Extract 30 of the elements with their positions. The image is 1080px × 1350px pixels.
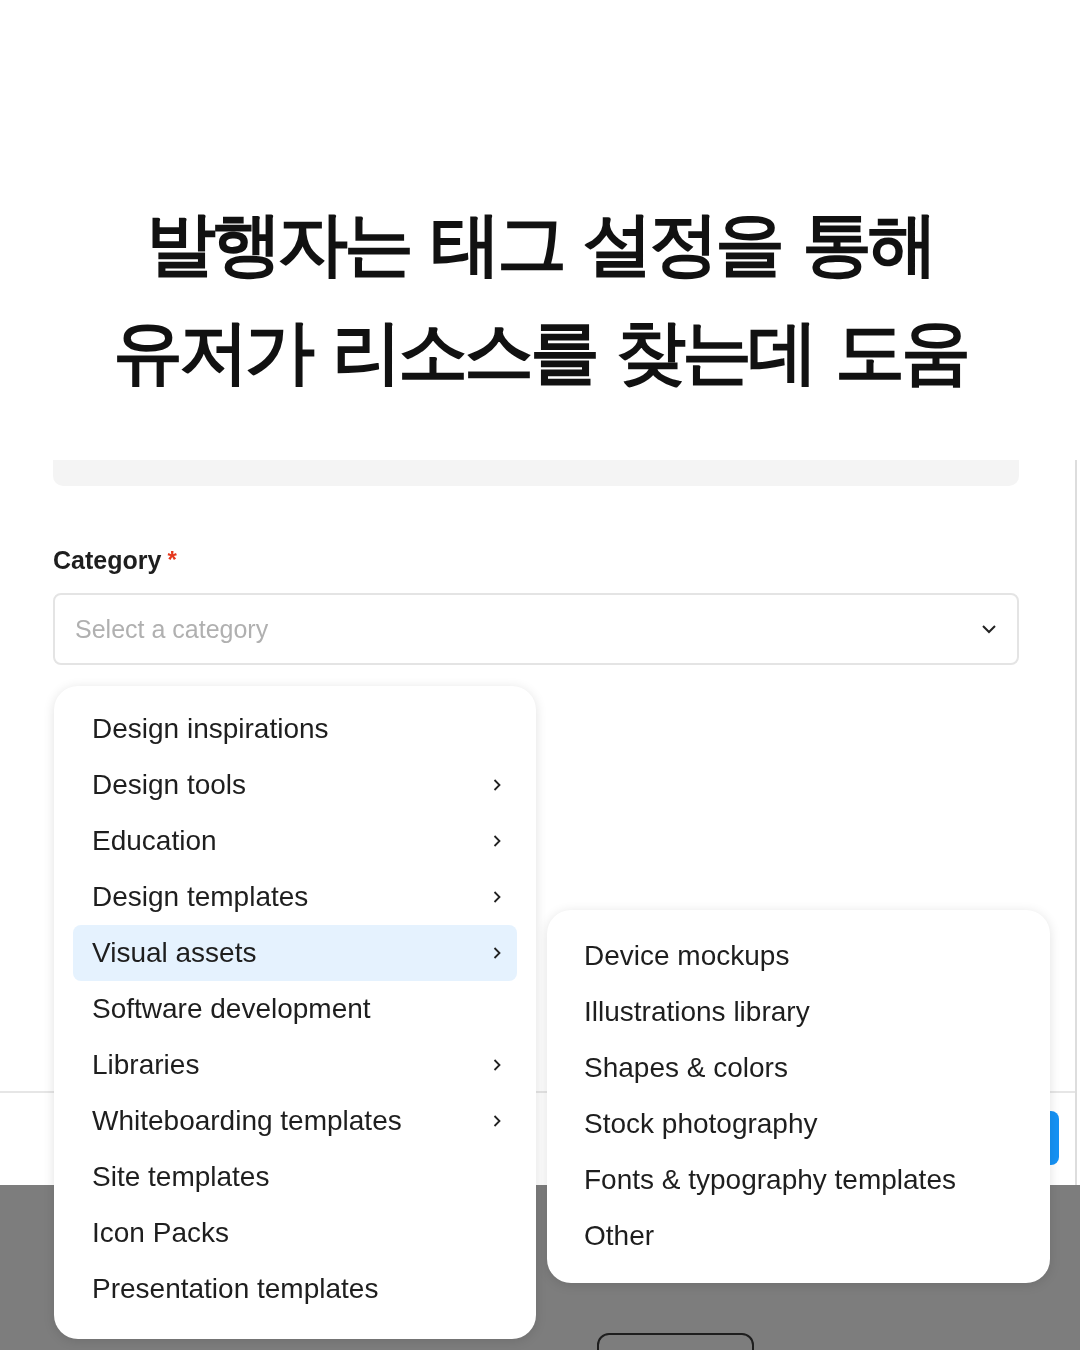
chevron-right-icon (493, 834, 501, 848)
menu-item[interactable]: Design templates (73, 869, 517, 925)
menu-item[interactable]: Education (73, 813, 517, 869)
required-mark: * (167, 546, 177, 574)
category-select[interactable]: Select a category (53, 593, 1019, 665)
menu-item[interactable]: Fonts & typography templates (566, 1152, 1031, 1208)
chevron-down-icon (981, 624, 997, 634)
menu-item[interactable]: Design tools (73, 757, 517, 813)
chevron-right-icon (493, 778, 501, 792)
menu-item[interactable]: Icon Packs (73, 1205, 517, 1261)
menu-item[interactable]: Shapes & colors (566, 1040, 1031, 1096)
menu-item[interactable]: Whiteboarding templates (73, 1093, 517, 1149)
menu-item[interactable]: Device mockups (566, 928, 1031, 984)
menu-item[interactable]: Design inspirations (73, 701, 517, 757)
headline-text: 발행자는 태그 설정을 통해 (145, 202, 935, 287)
menu-item[interactable]: Software development (73, 981, 517, 1037)
menu-item[interactable]: Illustrations library (566, 984, 1031, 1040)
menu-item[interactable]: Site templates (73, 1149, 517, 1205)
chevron-right-icon (493, 1114, 501, 1128)
primary-button[interactable] (1050, 1111, 1059, 1165)
chevron-right-icon (493, 946, 501, 960)
headline-text: 유저가 리소스를 찾는데 도움 (112, 310, 968, 395)
chevron-right-icon (493, 1058, 501, 1072)
chevron-right-icon (493, 890, 501, 904)
menu-item[interactable]: Libraries (73, 1037, 517, 1093)
menu-item[interactable]: Presentation templates (73, 1261, 517, 1317)
menu-item[interactable]: Other (566, 1208, 1031, 1264)
menu-item[interactable]: Visual assets (73, 925, 517, 981)
field-label: Category (53, 546, 162, 575)
menu-item[interactable]: Stock photography (566, 1096, 1031, 1152)
